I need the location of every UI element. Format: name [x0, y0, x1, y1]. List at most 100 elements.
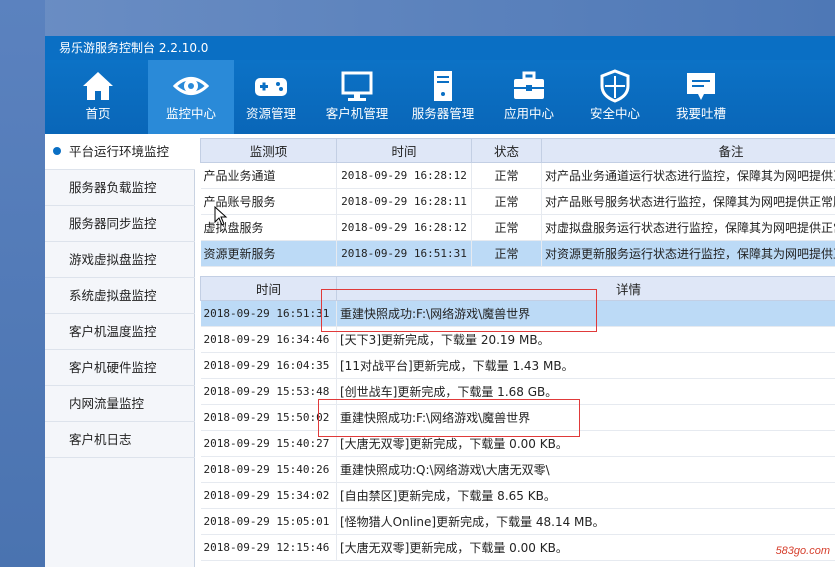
sidebar-item-client-hardware[interactable]: 客户机硬件监控	[45, 350, 195, 386]
table-row[interactable]: 2018-09-29 16:04:35 [11对战平台]更新完成，下载量 1.4…	[200, 352, 835, 379]
sidebar-item-label: 平台运行环境监控	[69, 144, 170, 159]
column-header[interactable]: 时间	[336, 138, 472, 163]
detail-cell: [大唐无双零]更新完成，下载量 0.00 KB。	[336, 534, 835, 561]
table-row[interactable]: 2018-09-29 15:50:02 重建快照成功:F:\网络游戏\魔兽世界	[200, 404, 835, 431]
sidebar-item-client-temperature[interactable]: 客户机温度监控	[45, 314, 195, 350]
monitor-icon	[341, 71, 373, 101]
time-cell: 2018-09-29 16:28:12	[336, 162, 472, 189]
detail-cell: [11对战平台]更新完成，下载量 1.43 MB。	[336, 352, 835, 379]
toolbar-monitor-center[interactable]: 监控中心	[148, 60, 234, 134]
detail-cell: [创世战车]更新完成，下载量 1.68 GB。	[336, 378, 835, 405]
toolbar-label: 安全中心	[589, 106, 640, 121]
sidebar-item-client-log[interactable]: 客户机日志	[45, 422, 195, 458]
column-header[interactable]: 状态	[471, 138, 542, 163]
shield-icon	[600, 69, 630, 103]
detail-cell: [大唐无双零]更新完成，下载量 0.00 KB。	[336, 430, 835, 457]
monitor-item-cell: 资源更新服务	[200, 240, 337, 267]
time-cell: 2018-09-29 15:40:27	[200, 430, 337, 457]
toolbar-server-management[interactable]: 服务器管理	[400, 60, 486, 134]
status-cell: 正常	[471, 240, 542, 267]
detail-cell: [自由禁区]更新完成，下载量 8.65 KB。	[336, 482, 835, 509]
status-cell: 正常	[471, 162, 542, 189]
main-toolbar: 首页 监控中心 资源管理 客户机管理 服务器管理 应用中心 安全中心 我要吐槽	[45, 60, 835, 134]
table-row-selected[interactable]: 资源更新服务 2018-09-29 16:51:31 正常 对资源更新服务运行状…	[200, 240, 835, 267]
toolbox-icon	[514, 71, 544, 99]
sidebar-item-server-load[interactable]: 服务器负载监控	[45, 170, 195, 206]
sidebar-item-system-vdisk[interactable]: 系统虚拟盘监控	[45, 278, 195, 314]
desktop-background-left	[0, 0, 45, 567]
toolbar-label: 应用中心	[503, 106, 554, 121]
log-table: 时间 详情 2018-09-29 16:51:31 重建快照成功:F:\网络游戏…	[200, 276, 835, 561]
toolbar-security-center[interactable]: 安全中心	[572, 60, 658, 134]
sidebar-item-platform-environment[interactable]: 平台运行环境监控	[45, 134, 195, 170]
table-row[interactable]: 2018-09-29 15:40:27 [大唐无双零]更新完成，下载量 0.00…	[200, 430, 835, 457]
sidebar: 平台运行环境监控 服务器负载监控 服务器同步监控 游戏虚拟盘监控 系统虚拟盘监控…	[45, 134, 195, 567]
time-cell: 2018-09-29 15:05:01	[200, 508, 337, 535]
status-table: 监测项 时间 状态 备注 产品业务通道 2018-09-29 16:28:12 …	[200, 138, 835, 267]
time-cell: 2018-09-29 16:04:35	[200, 352, 337, 379]
sidebar-item-label: 系统虚拟盘监控	[69, 288, 157, 303]
detail-cell: 重建快照成功:F:\网络游戏\魔兽世界	[336, 404, 835, 431]
table-row[interactable]: 2018-09-29 15:40:26 重建快照成功:Q:\网络游戏\大唐无双零…	[200, 456, 835, 483]
server-icon	[434, 71, 452, 101]
toolbar-resource-management[interactable]: 资源管理	[228, 60, 314, 134]
toolbar-label: 服务器管理	[411, 106, 475, 121]
time-cell: 2018-09-29 16:34:46	[200, 326, 337, 353]
status-cell: 正常	[471, 188, 542, 215]
sidebar-item-label: 客户机温度监控	[69, 324, 157, 339]
app-window: 易乐游服务控制台 2.2.10.0 首页 监控中心 资源管理 客户机管理 服务器…	[45, 36, 835, 567]
table-row[interactable]: 产品业务通道 2018-09-29 16:28:12 正常 对产品业务通道运行状…	[200, 162, 835, 189]
table-row[interactable]: 产品账号服务 2018-09-29 16:28:11 正常 对产品账号服务状态进…	[200, 188, 835, 215]
time-cell: 2018-09-29 12:15:46	[200, 534, 337, 561]
sidebar-item-label: 客户机硬件监控	[69, 360, 157, 375]
toolbar-label: 我要吐槽	[675, 106, 726, 121]
sidebar-item-server-sync[interactable]: 服务器同步监控	[45, 206, 195, 242]
eye-icon	[173, 77, 209, 95]
sidebar-item-label: 服务器同步监控	[69, 216, 157, 231]
toolbar-label: 首页	[85, 106, 111, 121]
column-header[interactable]: 备注	[541, 138, 835, 163]
detail-cell: 重建快照成功:F:\网络游戏\魔兽世界	[336, 300, 835, 327]
table-row[interactable]: 2018-09-29 16:34:46 [天下3]更新完成，下载量 20.19 …	[200, 326, 835, 353]
column-header[interactable]: 详情	[336, 276, 835, 301]
watermark: 583go.com	[775, 545, 830, 557]
column-header[interactable]: 监测项	[200, 138, 337, 163]
note-cell: 对产品业务通道运行状态进行监控，保障其为网吧提供正常服务	[541, 162, 835, 189]
note-cell: 对资源更新服务运行状态进行监控，保障其为网吧提供正常服务	[541, 240, 835, 267]
sidebar-item-lan-traffic[interactable]: 内网流量监控	[45, 386, 195, 422]
sidebar-item-label: 服务器负载监控	[69, 180, 157, 195]
window-title: 易乐游服务控制台 2.2.10.0	[45, 36, 835, 60]
table-row[interactable]: 2018-09-29 15:05:01 [怪物猎人Online]更新完成，下载量…	[200, 508, 835, 535]
sidebar-item-label: 游戏虚拟盘监控	[69, 252, 157, 267]
toolbar-feedback[interactable]: 我要吐槽	[658, 60, 744, 134]
home-icon	[83, 72, 113, 100]
time-cell: 2018-09-29 16:51:31	[200, 300, 337, 327]
table-row-selected[interactable]: 2018-09-29 16:51:31 重建快照成功:F:\网络游戏\魔兽世界	[200, 300, 835, 327]
time-cell: 2018-09-29 15:53:48	[200, 378, 337, 405]
toolbar-app-center[interactable]: 应用中心	[486, 60, 572, 134]
detail-cell: [怪物猎人Online]更新完成，下载量 48.14 MB。	[336, 508, 835, 535]
note-cell: 对产品账号服务状态进行监控，保障其为网吧提供正常服务	[541, 188, 835, 215]
sidebar-item-label: 内网流量监控	[69, 396, 145, 411]
detail-cell: [天下3]更新完成，下载量 20.19 MB。	[336, 326, 835, 353]
toolbar-label: 监控中心	[165, 106, 216, 121]
sidebar-item-label: 客户机日志	[69, 432, 132, 447]
sidebar-item-game-vdisk[interactable]: 游戏虚拟盘监控	[45, 242, 195, 278]
table-row[interactable]: 2018-09-29 12:15:46 [大唐无双零]更新完成，下载量 0.00…	[200, 534, 835, 561]
toolbar-label: 资源管理	[245, 106, 296, 121]
time-cell: 2018-09-29 15:34:02	[200, 482, 337, 509]
time-cell: 2018-09-29 16:28:12	[336, 214, 472, 241]
detail-cell: 重建快照成功:Q:\网络游戏\大唐无双零\	[336, 456, 835, 483]
table-row[interactable]: 2018-09-29 15:53:48 [创世战车]更新完成，下载量 1.68 …	[200, 378, 835, 405]
status-cell: 正常	[471, 214, 542, 241]
toolbar-client-management[interactable]: 客户机管理	[314, 60, 400, 134]
main-content: 监测项 时间 状态 备注 产品业务通道 2018-09-29 16:28:12 …	[200, 138, 835, 567]
table-row[interactable]: 虚拟盘服务 2018-09-29 16:28:12 正常 对虚拟盘服务运行状态进…	[200, 214, 835, 241]
time-cell: 2018-09-29 15:40:26	[200, 456, 337, 483]
monitor-item-cell: 产品业务通道	[200, 162, 337, 189]
column-header[interactable]: 时间	[200, 276, 337, 301]
feedback-icon	[687, 73, 715, 100]
note-cell: 对虚拟盘服务运行状态进行监控，保障其为网吧提供正常服务	[541, 214, 835, 241]
table-row[interactable]: 2018-09-29 15:34:02 [自由禁区]更新完成，下载量 8.65 …	[200, 482, 835, 509]
toolbar-home[interactable]: 首页	[55, 60, 141, 134]
